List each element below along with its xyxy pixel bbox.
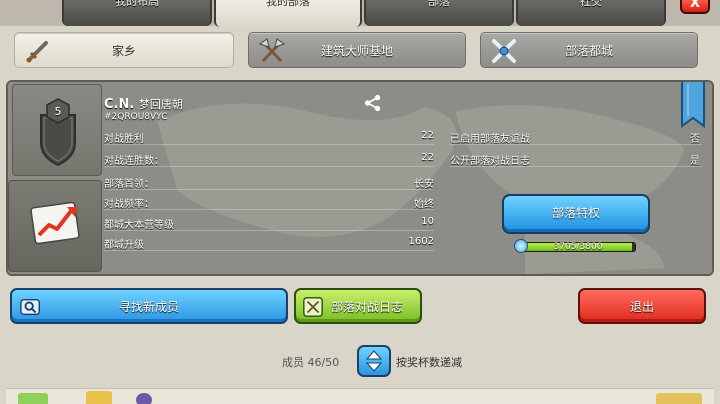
- stat-value-capital-upgrades: 1602: [408, 236, 434, 247]
- stat-value-win-streak: 22: [421, 152, 434, 163]
- divider: [104, 144, 434, 145]
- divider: [450, 166, 702, 167]
- divider: [450, 144, 702, 145]
- war-log-icon: [303, 297, 323, 317]
- subtab-label: 部落都城: [564, 44, 613, 58]
- divider: [104, 250, 434, 251]
- leave-clan-button[interactable]: 退出: [578, 288, 706, 324]
- tab-my-clan[interactable]: 我的部落: [214, 0, 362, 27]
- sort-arrows-icon: [365, 350, 383, 372]
- stat-label-war-frequency: 对战频率：: [104, 199, 154, 210]
- stat-value-war-frequency: 始终: [414, 199, 434, 210]
- clan-info-panel: 5 C.N. 梦回唐朝 #2QROU8VYC 对战胜利 22 对战连胜数： 22…: [6, 80, 714, 276]
- clan-perks-button[interactable]: 部落特权: [502, 194, 650, 234]
- divider: [104, 166, 434, 167]
- stat-value-war-wins: 22: [421, 130, 434, 141]
- sort-toggle-button[interactable]: [357, 345, 391, 377]
- clan-name: C.N. 梦回唐朝: [104, 96, 183, 112]
- stat-label-friendly-wars: 已启用部落友谊战: [450, 134, 530, 145]
- stat-value-capital-hall-level: 10: [421, 216, 434, 227]
- ribbon-bookmark-icon[interactable]: [680, 80, 706, 130]
- role-icon: [136, 393, 152, 404]
- stat-value-leader: 长安: [414, 179, 434, 190]
- tab-social[interactable]: 社交: [516, 0, 666, 26]
- stat-value-public-war-log: 是: [690, 156, 700, 167]
- share-icon[interactable]: [364, 94, 382, 112]
- divider: [104, 230, 434, 231]
- tab-label: 社交: [580, 0, 602, 8]
- stat-label-capital-hall-level: 都城大本营等级: [104, 220, 174, 231]
- league-badge-icon: [18, 393, 48, 404]
- sort-order-label: 按奖杯数递减: [396, 356, 462, 369]
- top-tab-bar: 我的布局 我的部落 部落 社交 X: [0, 0, 720, 27]
- stat-label-war-wins: 对战胜利: [104, 134, 144, 145]
- trophy-icon: [86, 391, 112, 404]
- clan-xp-text: 3705/3800: [553, 242, 603, 252]
- tab-label: 我的布局: [115, 0, 159, 8]
- clan-war-log-label: 部落对战日志: [330, 300, 403, 314]
- clan-war-log-button[interactable]: 部落对战日志: [294, 288, 422, 324]
- stat-value-friendly-wars: 否: [690, 134, 700, 145]
- tab-my-layout[interactable]: 我的布局: [62, 0, 212, 26]
- clan-tag: #2QROU8VYC: [104, 112, 168, 122]
- tab-label: 我的部落: [266, 0, 310, 8]
- clan-badge-frame: 5: [12, 84, 102, 176]
- subtab-builder-base[interactable]: 建筑大师基地: [248, 32, 466, 68]
- clan-name-main: C.N.: [104, 97, 135, 112]
- subtab-clan-capital[interactable]: 部落都城: [480, 32, 698, 68]
- tab-label: 部落: [428, 0, 450, 8]
- stats-chart-icon: [30, 201, 80, 245]
- stat-label-capital-upgrades: 都城升级: [104, 240, 144, 251]
- trophy-count-badge: [656, 393, 702, 404]
- search-member-icon: [20, 298, 40, 316]
- stat-label-leader: 部落首领：: [104, 179, 154, 190]
- clan-badge-icon: [40, 98, 76, 167]
- stat-label-win-streak: 对战连胜数：: [104, 156, 164, 167]
- find-new-members-label: 寻找新成员: [118, 300, 179, 314]
- member-list-item[interactable]: [6, 388, 714, 404]
- subtab-home-village[interactable]: 家乡: [14, 32, 234, 68]
- stat-label-public-war-log: 公开部落对战日志: [450, 156, 530, 167]
- close-button[interactable]: X: [680, 0, 710, 14]
- tab-clans[interactable]: 部落: [364, 0, 514, 26]
- find-new-members-button[interactable]: 寻找新成员: [10, 288, 288, 324]
- divider: [104, 189, 434, 190]
- divider: [104, 209, 434, 210]
- clan-level: 5: [54, 105, 62, 118]
- clan-name-suffix: 梦回唐朝: [138, 98, 183, 111]
- member-count: 成员 46/50: [282, 356, 340, 369]
- clan-stats-frame: [8, 180, 102, 272]
- subtab-label: 建筑大师基地: [320, 44, 393, 58]
- subtab-label: 家乡: [111, 44, 136, 58]
